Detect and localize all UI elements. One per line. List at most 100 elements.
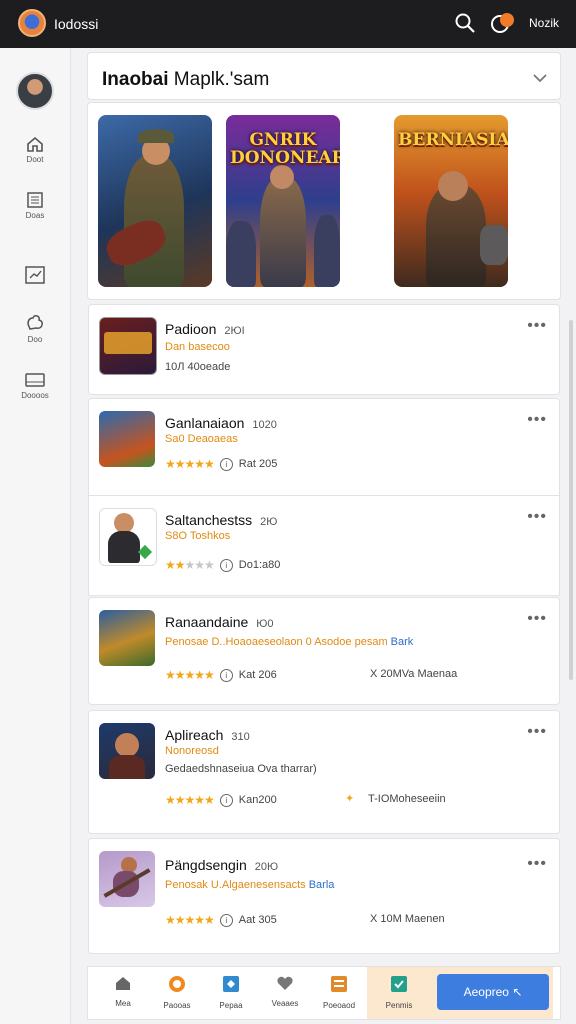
game-thumbnail [99, 723, 155, 779]
game-publisher: S8O Toshkos [165, 530, 231, 542]
nav-label: Penmis [385, 1001, 413, 1010]
sidebar-item-chart[interactable] [10, 266, 60, 287]
nav-item-apps[interactable]: Pepaa [208, 975, 254, 1010]
nav-label: Poeoaod [322, 1001, 356, 1010]
more-icon[interactable]: ••• [527, 723, 547, 741]
banner-card[interactable] [98, 115, 212, 287]
avatar[interactable] [16, 72, 54, 110]
sidebar-item-list[interactable]: Doas [10, 192, 60, 220]
list-item[interactable]: Padioon 2ЮI Dan basecoo 10Л 40oeade ••• [88, 304, 560, 395]
sidebar-item-puzzle[interactable]: Doo [10, 314, 60, 344]
game-title: Pängdsengin [165, 857, 247, 873]
top-bar: Iodossi Nozik [0, 0, 576, 48]
more-icon[interactable]: ••• [527, 411, 547, 429]
nav-item-library[interactable]: Poeoaod [316, 975, 362, 1010]
game-thumbnail [99, 411, 155, 467]
rating-stars: ★★★★★ [165, 457, 215, 471]
search-icon[interactable] [454, 12, 476, 34]
game-rating-count: Kan200 [238, 794, 277, 806]
banner-title: BERNIASIA [398, 130, 508, 150]
game-meta: 10Л 40oeade [165, 361, 231, 373]
game-publisher: Dan basecoo [165, 341, 230, 353]
game-title: Ranaandaine [165, 614, 249, 630]
game-size: T-IOMoheseeiin [368, 793, 446, 805]
home-icon [116, 977, 130, 990]
rating-stars: ★★★★★ [165, 793, 215, 807]
star-icon: ✦ [345, 793, 355, 805]
banner-card[interactable]: GNRIK DONONEAR [226, 115, 340, 287]
game-rating-count: Rat 205 [238, 458, 278, 470]
info-icon[interactable]: i [219, 558, 233, 572]
game-year: 20Ю [254, 861, 279, 873]
game-publisher: Sa0 Deaoaeas [165, 433, 238, 445]
section-header[interactable]: Inaobai Maplk.'sam [87, 52, 561, 100]
more-icon[interactable]: ••• [527, 610, 547, 628]
game-publisher: Penosae D..Hoaoaeseolaon 0 Asodoe pesam … [165, 636, 414, 648]
gamepad-icon [169, 976, 185, 992]
list-item[interactable]: Saltanchestss 2Ю S8O Toshkos ★★★★★ i Do1:… [88, 496, 560, 596]
game-title: Ganlanaiaon [165, 415, 245, 431]
nav-label: Veaaes [271, 999, 299, 1008]
sidebar-item-label: Doot [26, 155, 44, 164]
info-icon[interactable]: i [219, 457, 233, 471]
list-item[interactable]: Ganlanaiaon 1020 Sa0 Deaoaeas ★★★★★ i Rat… [88, 398, 560, 496]
scrollbar[interactable] [569, 320, 573, 680]
game-size: X 20MVa Maenaa [370, 668, 458, 680]
nav-label: Mea [115, 999, 131, 1008]
game-thumbnail [99, 317, 157, 375]
card-icon [25, 373, 45, 387]
game-title: Padioon [165, 321, 217, 337]
notification-icon[interactable] [491, 12, 517, 36]
app-title: Iodossi [54, 16, 99, 32]
info-icon[interactable]: i [219, 668, 233, 682]
user-label[interactable]: Nozik [529, 16, 559, 30]
sidebar: Doot Doas Doo Doooos [0, 48, 71, 1024]
section-title: Inaobai Maplk.'sam [102, 69, 270, 90]
nav-item-games[interactable]: Paooas [154, 975, 200, 1010]
nav-item-home[interactable]: Mea [100, 975, 146, 1008]
game-publisher: Penosak U.Algaenesensacts Barla [165, 879, 335, 891]
shield-icon [391, 976, 407, 992]
game-year: Ю0 [256, 618, 274, 630]
nav-label: Paooas [163, 1001, 191, 1010]
banner-card[interactable]: BERNIASIA [394, 115, 508, 287]
bottom-nav: Mea Paooas Pepaa Veaaes Poeoaod Penmis A… [87, 966, 561, 1020]
apps-icon [223, 976, 239, 992]
sidebar-item-home[interactable]: Doot [10, 136, 60, 164]
list-item[interactable]: Aplireach 310 Nonoreosd Gedaedshnaseiua O… [88, 710, 560, 834]
nav-item-favorites[interactable]: Veaaes [262, 975, 308, 1008]
nav-label: Pepaa [219, 1001, 243, 1010]
chevron-down-icon[interactable] [532, 71, 548, 85]
list-item[interactable]: Pängdsengin 20Ю Penosak U.Algaenesensacts… [88, 838, 560, 954]
game-size: X 10M Maenen [370, 913, 445, 925]
sidebar-item-card[interactable]: Doooos [10, 372, 60, 400]
sidebar-item-label: Doooos [21, 391, 49, 400]
game-year: 310 [231, 731, 250, 743]
more-icon[interactable]: ••• [527, 855, 547, 873]
game-title: Aplireach [165, 727, 224, 743]
info-icon[interactable]: i [219, 793, 233, 807]
nav-item-permissions[interactable]: Penmis [376, 975, 422, 1010]
rating-stars: ★★★★★ [165, 913, 215, 927]
list-item[interactable]: Ranaandaine Ю0 Penosae D..Hoaoaeseolaon 0… [88, 597, 560, 705]
game-thumbnail [99, 610, 155, 666]
action-button[interactable]: Aeopreo ↖ [437, 974, 549, 1010]
more-icon[interactable]: ••• [527, 317, 547, 335]
game-thumbnail [99, 851, 155, 907]
info-icon[interactable]: i [219, 913, 233, 927]
app-logo[interactable] [18, 9, 46, 37]
game-rating-count: Kat 206 [238, 669, 277, 681]
rating-stars: ★★★★★ [165, 558, 215, 572]
game-thumbnail [99, 508, 157, 566]
sidebar-item-label: Doas [25, 211, 45, 220]
game-year: 2ЮI [224, 325, 245, 337]
cursor-icon: ↖ [512, 985, 523, 999]
game-rating-count: Do1:a80 [238, 559, 281, 571]
game-rating-count: Aat 305 [238, 914, 277, 926]
heart-icon [277, 976, 293, 990]
more-icon[interactable]: ••• [527, 508, 547, 526]
game-meta: Gedaedshnaseiua Ova tharrar) [165, 763, 317, 775]
library-icon [331, 976, 347, 992]
banner-title: GNRIK DONONEAR [230, 130, 340, 168]
puzzle-icon [27, 315, 43, 330]
